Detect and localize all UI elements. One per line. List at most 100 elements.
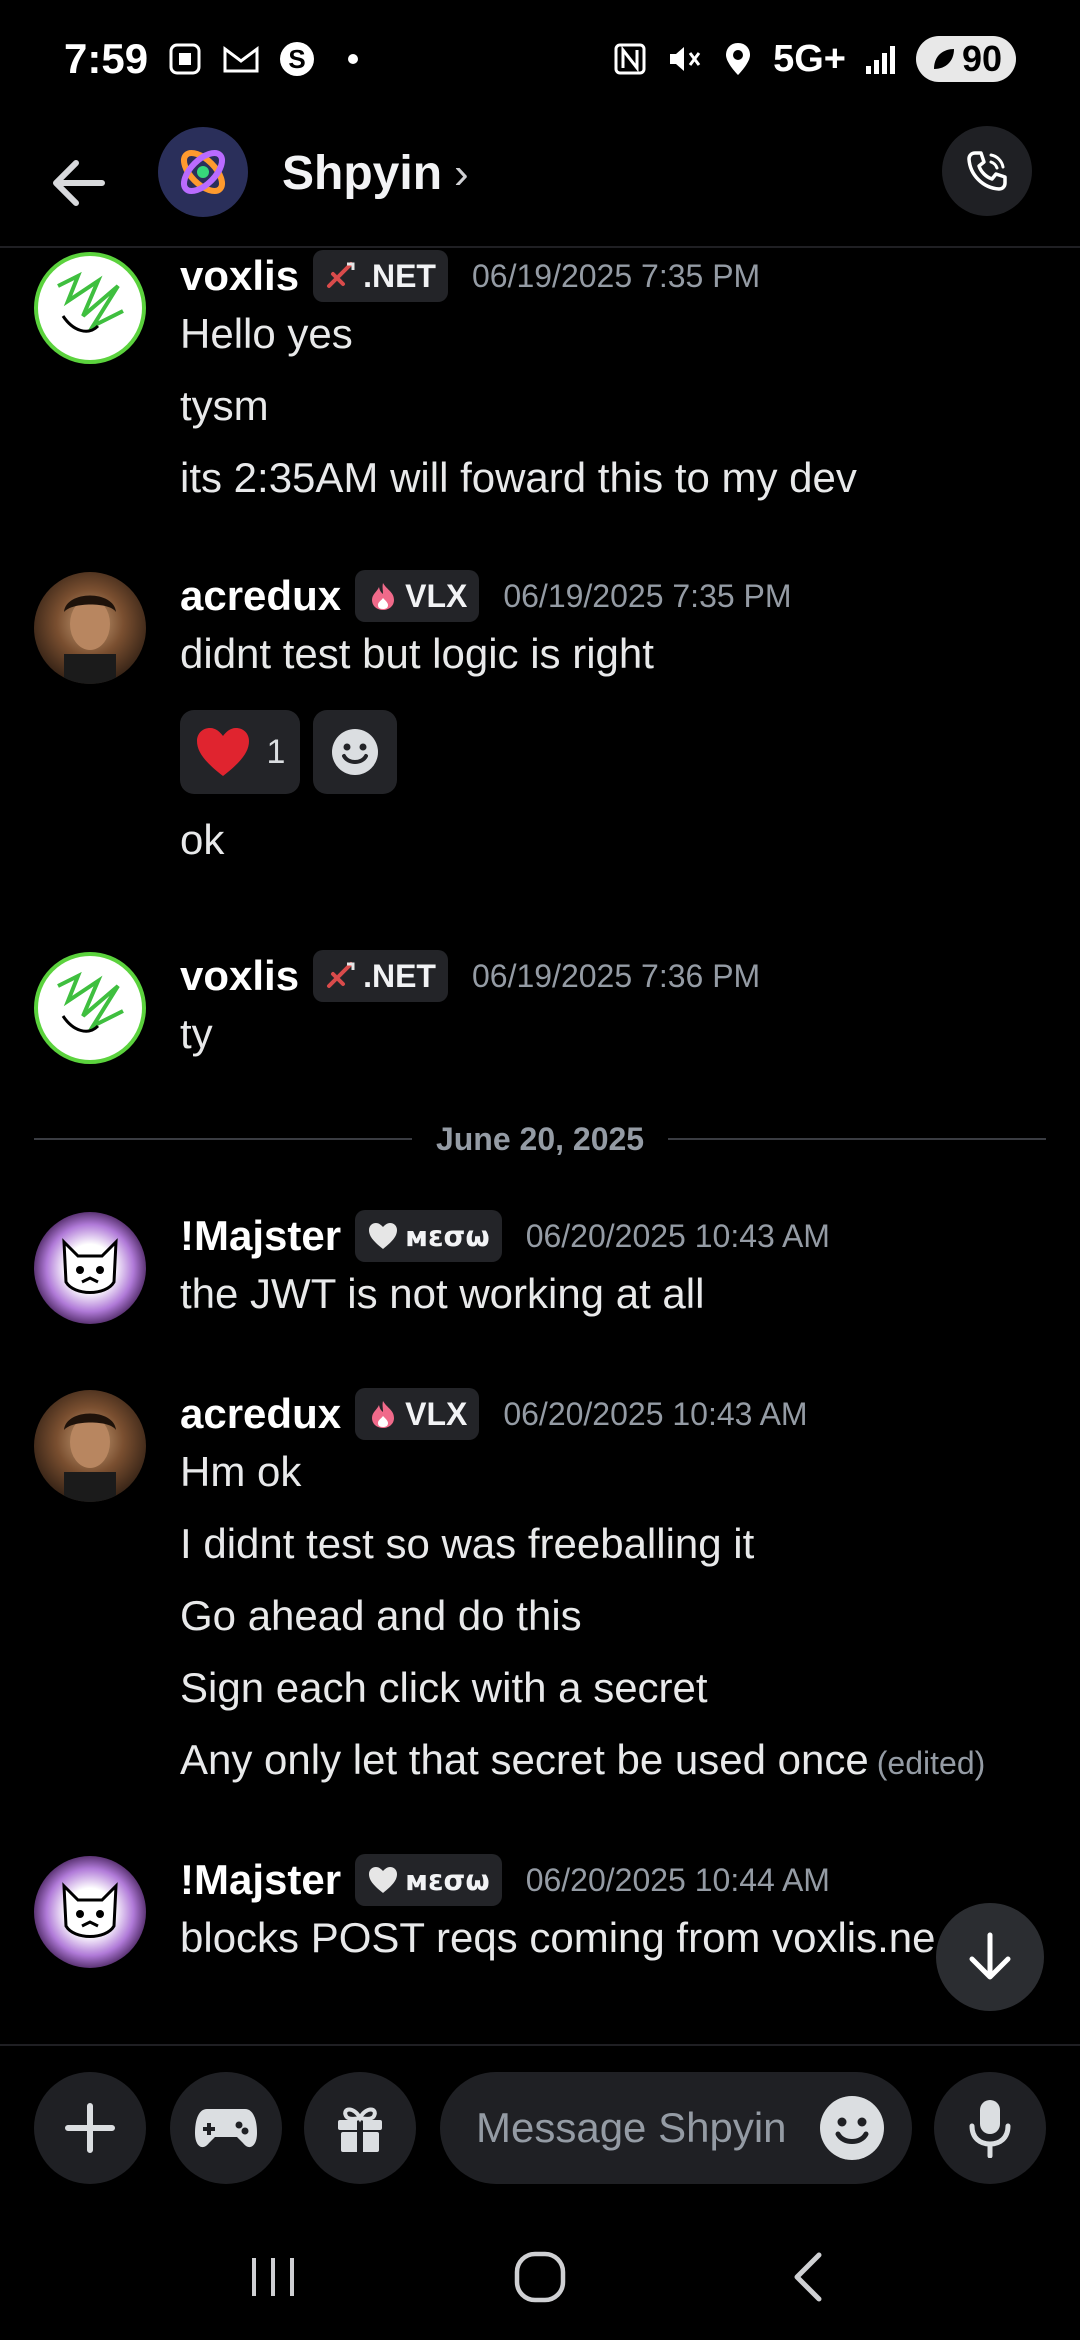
timestamp: 06/19/2025 7:36 PM <box>471 957 761 994</box>
gift-icon <box>338 2107 382 2152</box>
call-button[interactable] <box>942 126 1032 216</box>
notification-dot-icon <box>334 40 372 78</box>
gamepad-icon <box>195 2109 257 2148</box>
screenshot-icon <box>166 40 204 78</box>
status-bar: 7:59 S 5G+ 90 <box>0 0 1080 118</box>
sword-icon <box>327 262 355 288</box>
swirl-logo-icon <box>181 150 225 194</box>
message-text[interactable]: didnt test but logic is right <box>180 630 654 678</box>
message-text[interactable]: blocks POST reqs coming from voxlis.ne <box>180 1914 936 1962</box>
battery-indicator: 90 <box>915 36 1016 82</box>
date-divider-label: June 20, 2025 <box>435 1120 645 1157</box>
recent-apps-button[interactable] <box>223 2227 323 2327</box>
avatar[interactable] <box>34 1390 146 1502</box>
back-button[interactable] <box>44 148 114 218</box>
reaction-bar: 1 <box>180 710 480 794</box>
jump-to-present-button[interactable] <box>936 1903 1044 2011</box>
edited-label: (edited) <box>876 1745 986 1781</box>
timestamp: 06/19/2025 7:35 PM <box>503 577 792 614</box>
role-tag[interactable]: мεσω <box>355 1854 502 1906</box>
role-tag-label: VLX <box>405 577 468 614</box>
avatar[interactable] <box>34 1856 146 1968</box>
avatar[interactable] <box>34 252 146 364</box>
message-text[interactable]: Go ahead and do this <box>180 1592 582 1640</box>
battery-level: 90 <box>961 38 1002 79</box>
smiley-icon <box>332 729 378 775</box>
date-divider: June 20, 2025 <box>34 1114 1047 1164</box>
chat-header: Shpyin › <box>0 118 1080 248</box>
arrow-down-icon <box>969 1932 1011 1980</box>
gmail-icon <box>222 40 260 78</box>
message-text[interactable]: ty <box>180 1010 213 1058</box>
timestamp: 06/19/2025 7:35 PM <box>471 257 761 294</box>
timestamp: 06/20/2025 10:43 AM <box>525 1217 830 1254</box>
role-tag-label: .NET <box>363 957 436 994</box>
signal-icon <box>862 40 900 78</box>
activities-button[interactable] <box>170 2072 282 2184</box>
chevron-left-icon <box>794 2252 822 2302</box>
status-time: 7:59 <box>64 35 149 82</box>
smiley-icon <box>822 2098 882 2158</box>
message-text[interactable]: tysm <box>180 382 269 430</box>
message-text[interactable]: Any only let that secret be used once (ed… <box>180 1736 985 1784</box>
message-list[interactable]: voxlis .NET 06/19/2025 7:35 PM Hello yes… <box>0 250 1080 2042</box>
message-text[interactable]: the JWT is not working at all <box>180 1270 704 1318</box>
attach-button[interactable] <box>34 2072 146 2184</box>
message-text[interactable]: Sign each click with a secret <box>180 1664 708 1712</box>
channel-name: Shpyin <box>282 147 443 200</box>
fire-icon <box>372 1401 395 1428</box>
phone-icon <box>967 151 1007 191</box>
add-reaction-button[interactable] <box>313 710 397 794</box>
home-icon <box>514 2251 566 2303</box>
home-button[interactable] <box>490 2227 590 2327</box>
avatar[interactable] <box>34 952 146 1064</box>
microphone-icon <box>969 2100 1011 2158</box>
channel-avatar[interactable] <box>158 127 248 217</box>
nfc-icon <box>611 40 649 78</box>
svg-text:S: S <box>288 44 305 74</box>
voice-message-button[interactable] <box>934 2072 1046 2184</box>
role-tag-label: мεσω <box>405 1863 490 1897</box>
username[interactable]: acredux <box>180 572 341 620</box>
divider-rule <box>34 1138 412 1140</box>
avatar[interactable] <box>34 572 146 684</box>
heart-icon <box>369 1867 398 1893</box>
timestamp: 06/20/2025 10:43 AM <box>503 1395 808 1432</box>
username[interactable]: !Majster <box>180 1212 341 1260</box>
role-tag[interactable]: мεσω <box>355 1210 502 1262</box>
message-text-content: Any only let that secret be used once <box>180 1736 869 1783</box>
role-tag[interactable]: .NET <box>313 250 448 302</box>
fire-icon <box>372 583 395 610</box>
username[interactable]: voxlis <box>180 952 299 1000</box>
system-nav-bar <box>0 2214 1080 2340</box>
heart-icon <box>369 1223 398 1249</box>
system-back-button[interactable] <box>757 2227 857 2327</box>
plus-icon <box>65 2103 115 2153</box>
role-tag[interactable]: VLX <box>355 570 480 622</box>
arrow-left-icon <box>53 160 105 206</box>
reaction-heart[interactable]: 1 <box>180 710 300 794</box>
message-text[interactable]: Hello yes <box>180 310 353 358</box>
role-tag-label: мεσω <box>405 1219 490 1253</box>
role-tag[interactable]: .NET <box>313 950 448 1002</box>
avatar[interactable] <box>34 1212 146 1324</box>
leaf-icon <box>933 49 954 69</box>
chevron-right-icon: › <box>454 148 469 198</box>
message-text[interactable]: Hm ok <box>180 1448 301 1496</box>
channel-title[interactable]: Shpyin › <box>282 146 469 201</box>
divider-rule <box>668 1138 1047 1140</box>
message-text[interactable]: ok <box>180 816 224 864</box>
timestamp: 06/20/2025 10:44 AM <box>525 1861 830 1898</box>
username[interactable]: voxlis <box>180 252 299 300</box>
message-text[interactable]: I didnt test so was freeballing it <box>180 1520 754 1568</box>
emoji-button[interactable] <box>820 2096 884 2160</box>
role-tag[interactable]: VLX <box>355 1388 480 1440</box>
gift-button[interactable] <box>304 2072 416 2184</box>
network-type: 5G+ <box>773 37 846 80</box>
role-tag-label: .NET <box>363 257 436 294</box>
recents-icon <box>252 2258 295 2296</box>
username[interactable]: !Majster <box>180 1856 341 1904</box>
message-text[interactable]: its 2:35AM will foward this to my dev <box>180 454 857 502</box>
role-tag-label: VLX <box>405 1395 468 1432</box>
username[interactable]: acredux <box>180 1390 341 1438</box>
